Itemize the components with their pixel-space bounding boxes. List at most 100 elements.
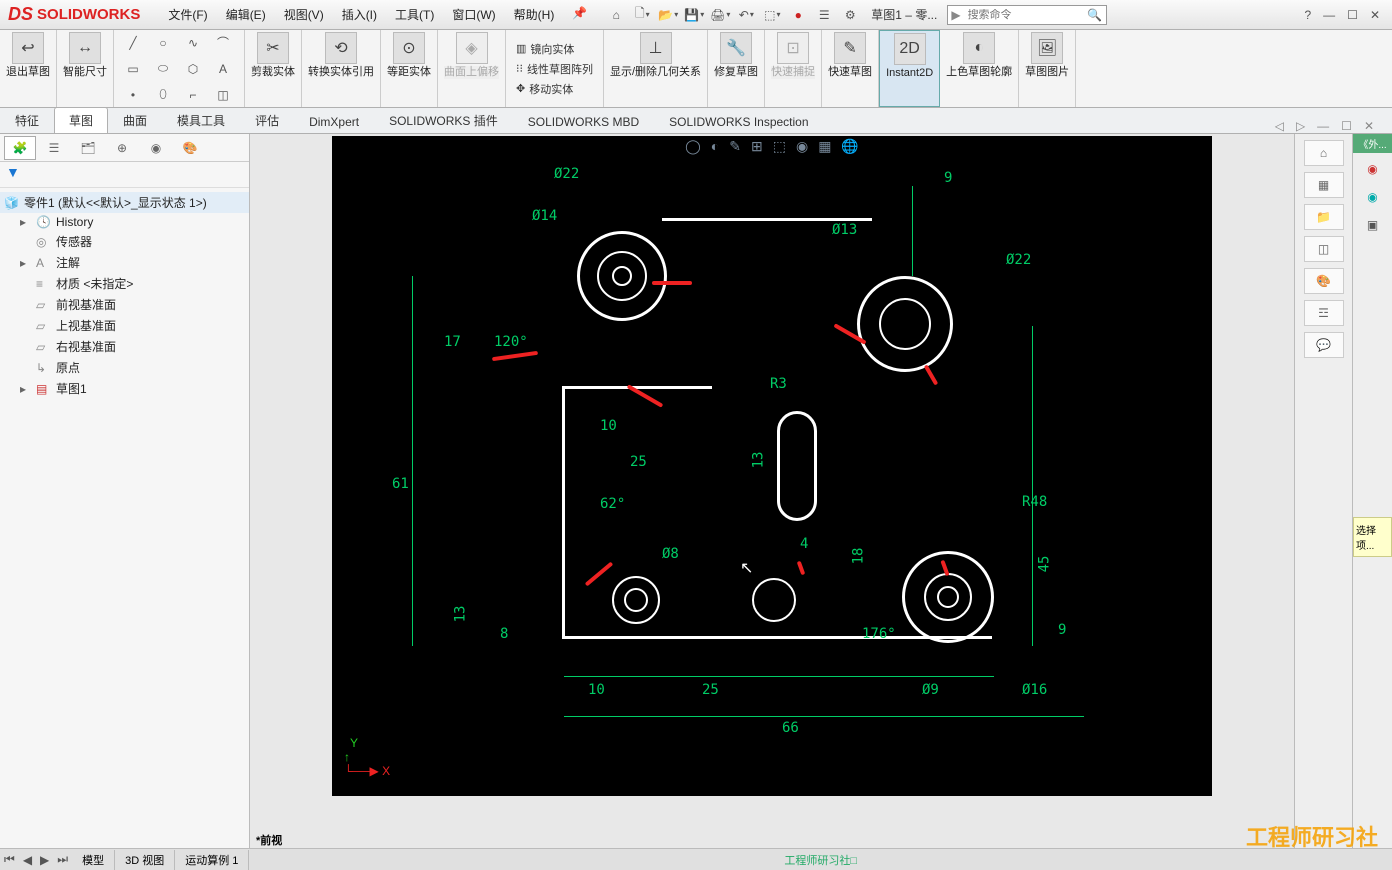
help-icon[interactable]: ? xyxy=(1304,8,1311,22)
offset-button[interactable]: ⊙ 等距实体 xyxy=(381,30,438,107)
rect-tool-icon[interactable]: ▭ xyxy=(120,58,146,80)
circle-entity[interactable] xyxy=(612,266,632,286)
display-tab-icon[interactable]: ◉ xyxy=(140,136,172,160)
print-icon[interactable]: 🖨 xyxy=(709,4,731,26)
custom-props-icon[interactable]: ☲ xyxy=(1304,300,1344,326)
sketch-canvas[interactable]: ◯◐ ✎⊞ ⬚◉ ▦🌐 xyxy=(332,136,1212,796)
appearances-icon[interactable]: 🎨 xyxy=(1304,268,1344,294)
open-icon[interactable]: 📂 xyxy=(657,4,679,26)
dimension[interactable]: Ø8 xyxy=(662,546,679,562)
dimension[interactable]: 62° xyxy=(600,496,625,512)
tree-material[interactable]: ≡材质 <未指定> xyxy=(0,273,249,294)
view-tool-icon[interactable]: ◐ xyxy=(711,138,719,155)
save-icon[interactable]: 💾 xyxy=(683,4,705,26)
trim-button[interactable]: ✂ 剪裁实体 xyxy=(245,30,302,107)
exit-sketch-button[interactable]: ↩ 退出草图 xyxy=(0,30,57,107)
dimension[interactable]: 9 xyxy=(944,170,952,186)
slot-tool-icon[interactable]: ⬭ xyxy=(150,58,176,80)
search-input[interactable] xyxy=(964,9,1084,21)
arc-tool-icon[interactable]: ⌒ xyxy=(210,32,236,54)
vp-prev-icon[interactable]: ◁ xyxy=(1275,119,1284,133)
dimension[interactable]: 10 xyxy=(588,682,605,698)
repair-button[interactable]: 🔧 修复草图 xyxy=(708,30,765,107)
slot-entity[interactable] xyxy=(777,411,817,521)
tree-root[interactable]: 🧊 零件1 (默认<<默认>_显示状态 1>) xyxy=(0,192,249,213)
dimension[interactable]: 176° xyxy=(862,626,896,642)
tab-features[interactable]: 特征 xyxy=(0,107,54,133)
view-tool-icon[interactable]: ◉ xyxy=(796,138,808,155)
dimension[interactable]: R48 xyxy=(1022,494,1047,510)
instant2d-button[interactable]: 2D Instant2D xyxy=(879,30,940,107)
select-icon[interactable]: ⬚ xyxy=(761,4,783,26)
dimxpert-tab-icon[interactable]: ⊕ xyxy=(106,136,138,160)
dimension[interactable]: 13 xyxy=(452,606,468,623)
picture-button[interactable]: 🖼 草图图片 xyxy=(1019,30,1076,107)
vp-next-icon[interactable]: ▷ xyxy=(1296,119,1305,133)
circle-entity[interactable] xyxy=(879,298,931,350)
tab-nav-first-icon[interactable]: ⏮ xyxy=(0,852,19,867)
relations-button[interactable]: ⊥ 显示/删除几何关系 xyxy=(604,30,708,107)
rebuild-icon[interactable]: ● xyxy=(787,4,809,26)
point-tool-icon[interactable]: • xyxy=(120,84,146,106)
circle-entity[interactable] xyxy=(752,578,796,622)
menu-file[interactable]: 文件(F) xyxy=(168,6,207,23)
new-icon[interactable]: 🗋 xyxy=(631,4,653,26)
tab-evaluate[interactable]: 评估 xyxy=(240,107,294,133)
dimension[interactable]: 9 xyxy=(1058,622,1066,638)
dimension[interactable]: 66 xyxy=(782,720,799,736)
tab-inspection[interactable]: SOLIDWORKS Inspection xyxy=(654,110,823,133)
tab-sketch[interactable]: 草图 xyxy=(54,107,108,133)
tab-nav-next-icon[interactable]: ▶ xyxy=(36,853,53,867)
dimension[interactable]: Ø16 xyxy=(1022,682,1047,698)
move-button[interactable]: ✥移动实体 xyxy=(516,79,573,99)
view-tool-icon[interactable]: ⊞ xyxy=(751,138,763,155)
options-icon[interactable]: ☰ xyxy=(813,4,835,26)
design-library-icon[interactable]: ▦ xyxy=(1304,172,1344,198)
vp-max-icon[interactable]: ☐ xyxy=(1341,119,1352,133)
tab-mold[interactable]: 模具工具 xyxy=(162,107,240,133)
viewport[interactable]: ◯◐ ✎⊞ ⬚◉ ▦🌐 xyxy=(250,134,1294,848)
spline-tool-icon[interactable]: ∿ xyxy=(180,32,206,54)
polygon-tool-icon[interactable]: ⬡ xyxy=(180,58,206,80)
line-tool-icon[interactable]: ╱ xyxy=(120,32,146,54)
view-palette-icon[interactable]: ◫ xyxy=(1304,236,1344,262)
search-command[interactable]: ▶ 🔍 xyxy=(947,5,1107,25)
close-icon[interactable]: ✕ xyxy=(1370,8,1380,22)
text-tool-icon[interactable]: A xyxy=(210,58,236,80)
mirror-button[interactable]: ▥镜向实体 xyxy=(516,39,574,59)
dimension[interactable]: 17 xyxy=(444,334,461,350)
feature-tree-tab-icon[interactable]: 🧩 xyxy=(4,136,36,160)
convert-button[interactable]: ⟲ 转换实体引用 xyxy=(302,30,381,107)
dimension[interactable]: 13 xyxy=(750,452,766,469)
menu-tools[interactable]: 工具(T) xyxy=(395,6,434,23)
rapid-sketch-button[interactable]: ✎ 快速草图 xyxy=(822,30,879,107)
tab-addins[interactable]: SOLIDWORKS 插件 xyxy=(374,107,513,133)
dimension[interactable]: 61 xyxy=(392,476,409,492)
circle-entity[interactable] xyxy=(937,586,959,608)
selection-label[interactable]: 选择项... xyxy=(1353,517,1392,557)
search-glass-icon[interactable]: 🔍 xyxy=(1083,8,1106,22)
ellipse-tool-icon[interactable]: ⬯ xyxy=(150,84,176,106)
bottom-tab-3dview[interactable]: 3D 视图 xyxy=(115,850,175,870)
plane-tool-icon[interactable]: ◫ xyxy=(210,84,236,106)
tree-right-plane[interactable]: ▱右视基准面 xyxy=(0,336,249,357)
resources-icon[interactable]: ⌂ xyxy=(1304,140,1344,166)
side-red-icon[interactable]: ◉ xyxy=(1359,157,1387,181)
dimension[interactable]: 18 xyxy=(850,548,866,565)
tab-mbd[interactable]: SOLIDWORKS MBD xyxy=(513,110,654,133)
tree-top-plane[interactable]: ▱上视基准面 xyxy=(0,315,249,336)
tree-sensors[interactable]: ◎传感器 xyxy=(0,231,249,252)
side-panel-header[interactable]: 《外... xyxy=(1353,134,1392,153)
dimension[interactable]: 4 xyxy=(800,536,808,552)
shaded-button[interactable]: ◐ 上色草图轮廓 xyxy=(940,30,1019,107)
view-tool-icon[interactable]: ▦ xyxy=(818,138,831,155)
menu-view[interactable]: 视图(V) xyxy=(284,6,324,23)
tree-annotations[interactable]: ▸A注解 xyxy=(0,252,249,273)
line-entity[interactable] xyxy=(662,218,872,221)
fillet-tool-icon[interactable]: ⌐ xyxy=(180,84,206,106)
dimension[interactable]: 25 xyxy=(702,682,719,698)
appearance-tab-icon[interactable]: 🎨 xyxy=(174,136,206,160)
dimension[interactable]: Ø22 xyxy=(554,166,579,182)
circle-entity[interactable] xyxy=(624,588,648,612)
dimension[interactable]: Ø9 xyxy=(922,682,939,698)
